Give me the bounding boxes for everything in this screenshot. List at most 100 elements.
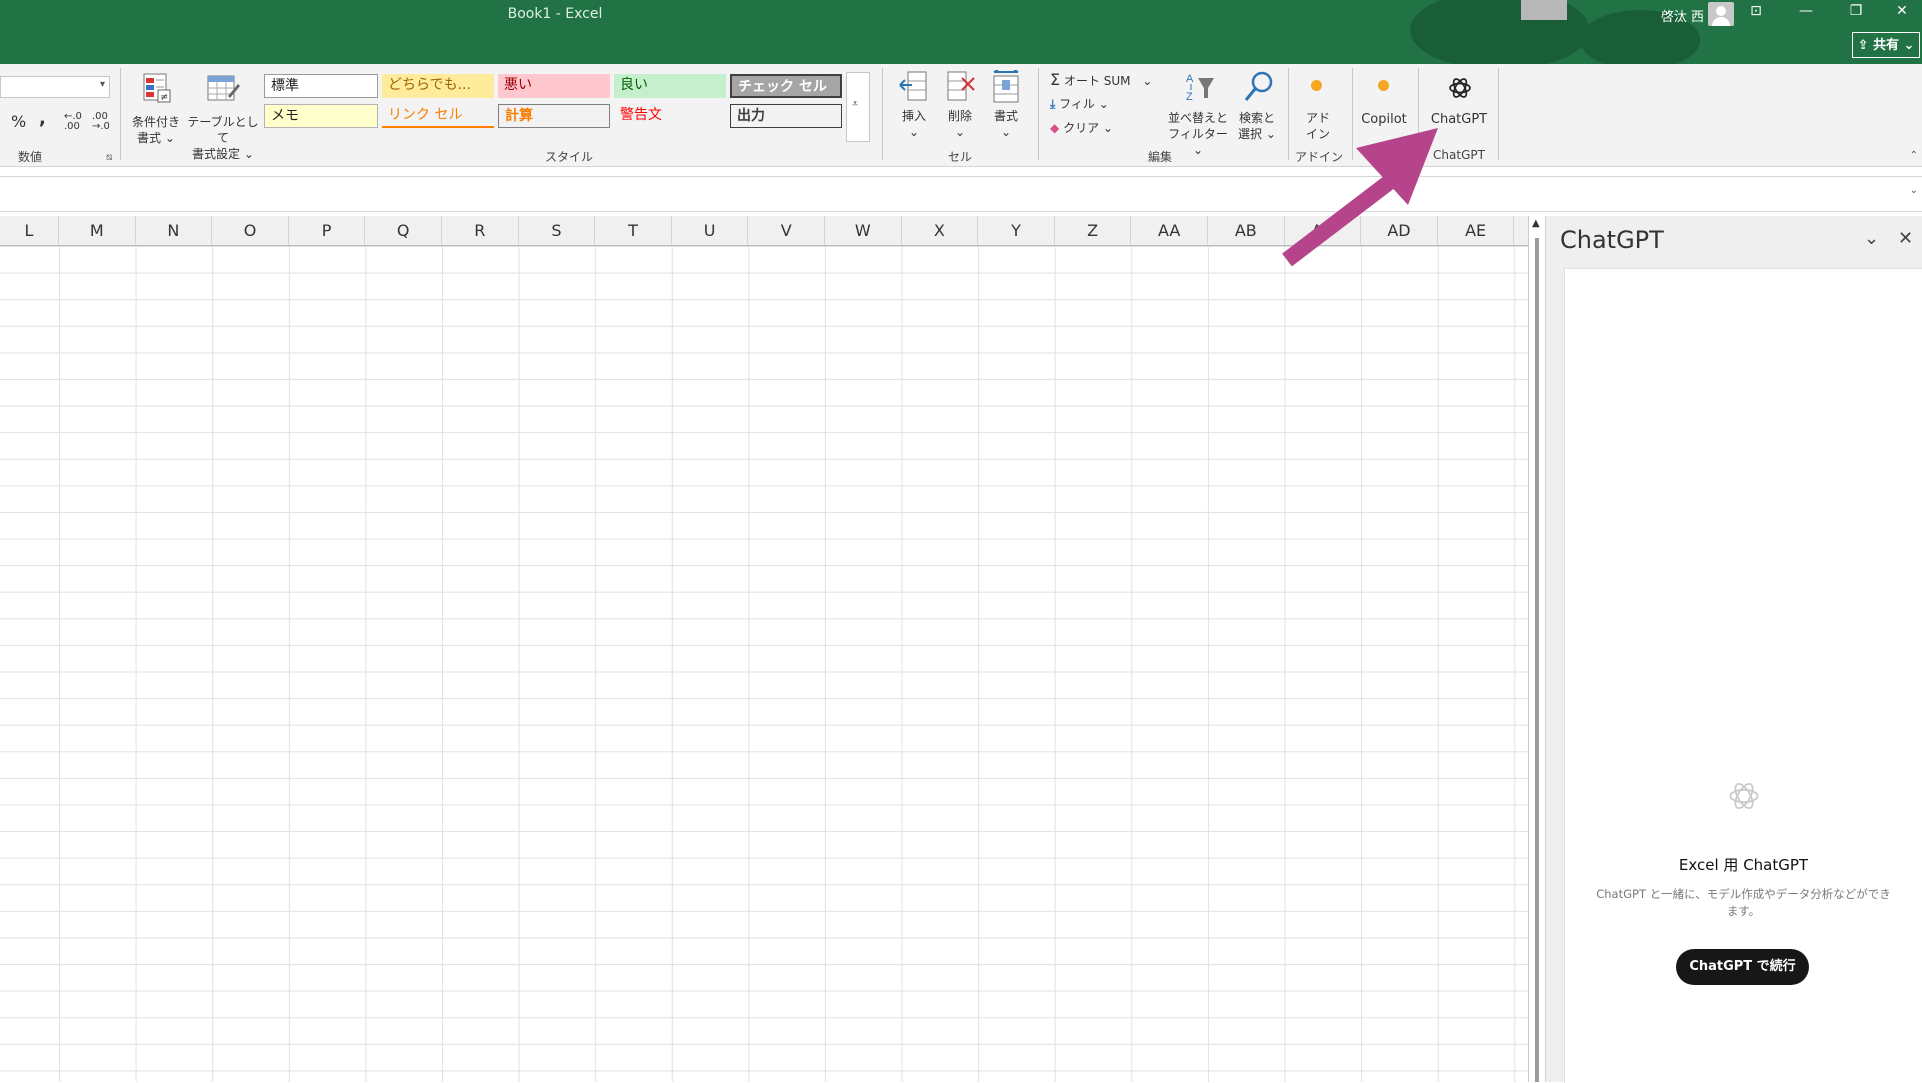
cells-group-label: セル — [947, 150, 972, 164]
column-header-s[interactable]: S — [519, 216, 596, 245]
autosum-button[interactable]: Σ オート SUM ⌄ — [1050, 70, 1160, 90]
copilot-icon — [1378, 80, 1389, 91]
minimize-icon[interactable]: — — [1786, 0, 1826, 22]
group-separator — [1038, 68, 1039, 160]
style-linked-cell[interactable]: リンク セル — [382, 104, 494, 128]
column-headers: L M N O P Q R S T U V W X Y Z AA AB AC AD AE — [0, 216, 1528, 247]
column-header-q[interactable]: Q — [365, 216, 442, 245]
format-cells-button[interactable]: 書式 ⌄ — [984, 68, 1028, 144]
column-header-v[interactable]: V — [748, 216, 825, 245]
style-output[interactable]: 出力 — [730, 104, 842, 128]
window-title: Book1 - Excel — [507, 6, 603, 22]
scrollbar-thumb[interactable] — [1535, 238, 1539, 1082]
style-note[interactable]: メモ — [264, 104, 378, 128]
add-ins-label: アド — [1305, 111, 1330, 125]
clear-button[interactable]: ◆ クリア ⌄ — [1050, 119, 1130, 139]
dialog-launcher-icon[interactable]: ⧅ — [106, 152, 112, 163]
avatar[interactable] — [1708, 2, 1734, 26]
svg-text:Z: Z — [1186, 91, 1193, 103]
delete-cells-button[interactable]: 削除 ⌄ — [938, 68, 982, 144]
magnifier-icon — [1244, 71, 1273, 101]
continue-with-chatgpt-button[interactable]: ChatGPT で続行 — [1676, 949, 1809, 985]
find-select-label: 検索と — [1238, 111, 1275, 125]
column-header-n[interactable]: N — [136, 216, 213, 245]
decrease-decimal-button[interactable]: .00 →.0 — [92, 112, 110, 132]
column-header-l[interactable]: L — [0, 216, 59, 245]
column-header-w[interactable]: W — [825, 216, 902, 245]
format-as-table-button[interactable]: テーブルとして 書式設定 ⌄ — [186, 70, 260, 161]
task-pane-content: Excel 用 ChatGPT ChatGPT と一緒に、モデル作成やデータ分析… — [1564, 268, 1922, 1083]
column-header-z[interactable]: Z — [1055, 216, 1132, 245]
chatgpt-group-label: ChatGPT — [1433, 148, 1485, 162]
group-separator — [120, 68, 121, 160]
insert-cells-icon — [899, 71, 927, 101]
eraser-icon: ◆ — [1050, 121, 1060, 135]
column-header-ad[interactable]: AD — [1361, 216, 1438, 245]
delete-cells-icon — [947, 71, 975, 101]
column-header-ac[interactable]: AC — [1285, 216, 1362, 245]
conditional-formatting-icon: ≠ — [143, 73, 171, 103]
number-group-label: 数値 — [17, 150, 42, 164]
editing-group-label: 編集 — [1147, 150, 1172, 164]
conditional-formatting-button[interactable]: ≠ 条件付き 書式 ⌄ — [130, 70, 182, 150]
column-header-aa[interactable]: AA — [1131, 216, 1208, 245]
user-name[interactable]: 啓汰 西 — [1661, 6, 1704, 25]
column-header-u[interactable]: U — [672, 216, 749, 245]
column-header-p[interactable]: P — [289, 216, 366, 245]
style-check-cell[interactable]: チェック セル — [730, 74, 842, 98]
column-header-x[interactable]: X — [902, 216, 979, 245]
openai-logo-icon — [1729, 782, 1759, 810]
style-warning-text[interactable]: 警告文 — [614, 104, 726, 128]
share-button[interactable]: ⇪ 共有 ⌄ — [1852, 32, 1920, 58]
formula-bar[interactable]: ⌄ — [0, 176, 1922, 212]
expand-formula-bar-icon[interactable]: ⌄ — [1910, 185, 1918, 196]
percent-style-button[interactable]: % — [11, 112, 26, 131]
copilot-button[interactable]: Copilot — [1356, 68, 1412, 144]
scroll-up-icon[interactable]: ▲ — [1532, 218, 1540, 229]
chatgpt-button-label: ChatGPT — [1430, 112, 1488, 127]
column-header-ae[interactable]: AE — [1438, 216, 1515, 245]
sort-filter-icon: A Z — [1186, 73, 1214, 103]
chevron-down-icon: ▾ — [99, 79, 105, 90]
column-header-y[interactable]: Y — [978, 216, 1055, 245]
styles-gallery-more-button[interactable]: ⩡ — [846, 72, 870, 142]
collapse-ribbon-icon[interactable]: ⌃ — [1910, 150, 1918, 161]
style-good[interactable]: 良い — [614, 74, 726, 98]
share-icon: ⇪ — [1857, 38, 1873, 53]
chevron-down-icon[interactable]: ⌄ — [1864, 228, 1879, 249]
comma-style-button[interactable]: , — [39, 108, 46, 129]
style-calculation[interactable]: 計算 — [498, 104, 610, 128]
delete-label: 削除 — [947, 109, 972, 123]
column-header-r[interactable]: R — [442, 216, 519, 245]
increase-decimal-button[interactable]: ←.0.00 — [64, 112, 82, 132]
find-select-button[interactable]: 検索と 選択 ⌄ — [1232, 68, 1282, 146]
fill-button[interactable]: ⤓ フィル ⌄ — [1050, 95, 1130, 115]
fill-down-icon: ⤓ — [1050, 97, 1056, 111]
worksheet-grid[interactable] — [0, 246, 1528, 1082]
vertical-scrollbar[interactable]: ▲ — [1528, 216, 1545, 1082]
close-icon[interactable]: ✕ — [1882, 0, 1922, 22]
sort-filter-button[interactable]: A Z 並べ替えと フィルター ⌄ — [1166, 68, 1230, 157]
ribbon-display-options-icon[interactable]: ⊡ — [1736, 0, 1776, 22]
column-header-t[interactable]: T — [595, 216, 672, 245]
group-separator — [1418, 68, 1419, 160]
number-format-dropdown[interactable]: ▾ — [0, 76, 110, 98]
chatgpt-ribbon-button[interactable]: ChatGPT — [1426, 68, 1492, 144]
insert-cells-button[interactable]: 挿入 ⌄ — [892, 68, 936, 144]
format-label: 書式 — [993, 109, 1018, 123]
style-normal[interactable]: 標準 — [264, 74, 378, 98]
column-header-ab[interactable]: AB — [1208, 216, 1285, 245]
style-bad[interactable]: 悪い — [498, 74, 610, 98]
task-pane-title: ChatGPT — [1560, 226, 1664, 254]
styles-group-label: スタイル — [544, 150, 593, 164]
title-bar: Book1 - Excel 啓汰 西 ⊡ — ❐ ✕ ⇪ 共有 ⌄ — [0, 0, 1922, 64]
restore-icon[interactable]: ❐ — [1836, 0, 1876, 22]
add-ins-button[interactable]: アド イン — [1296, 68, 1340, 144]
close-pane-icon[interactable]: ✕ — [1898, 228, 1913, 249]
style-neutral[interactable]: どちらでも... — [382, 74, 494, 98]
gallery-more-icon: ⩡ — [852, 97, 859, 110]
column-header-o[interactable]: O — [212, 216, 289, 245]
ribbon: ▾ % , ←.0.00 .00 →.0 数値 ⧅ ≠ 条件付き 書式 ⌄ テーブ… — [0, 64, 1922, 167]
column-header-m[interactable]: M — [59, 216, 136, 245]
task-pane-description: ChatGPT と一緒に、モデル作成やデータ分析などができます。 — [1596, 887, 1891, 918]
